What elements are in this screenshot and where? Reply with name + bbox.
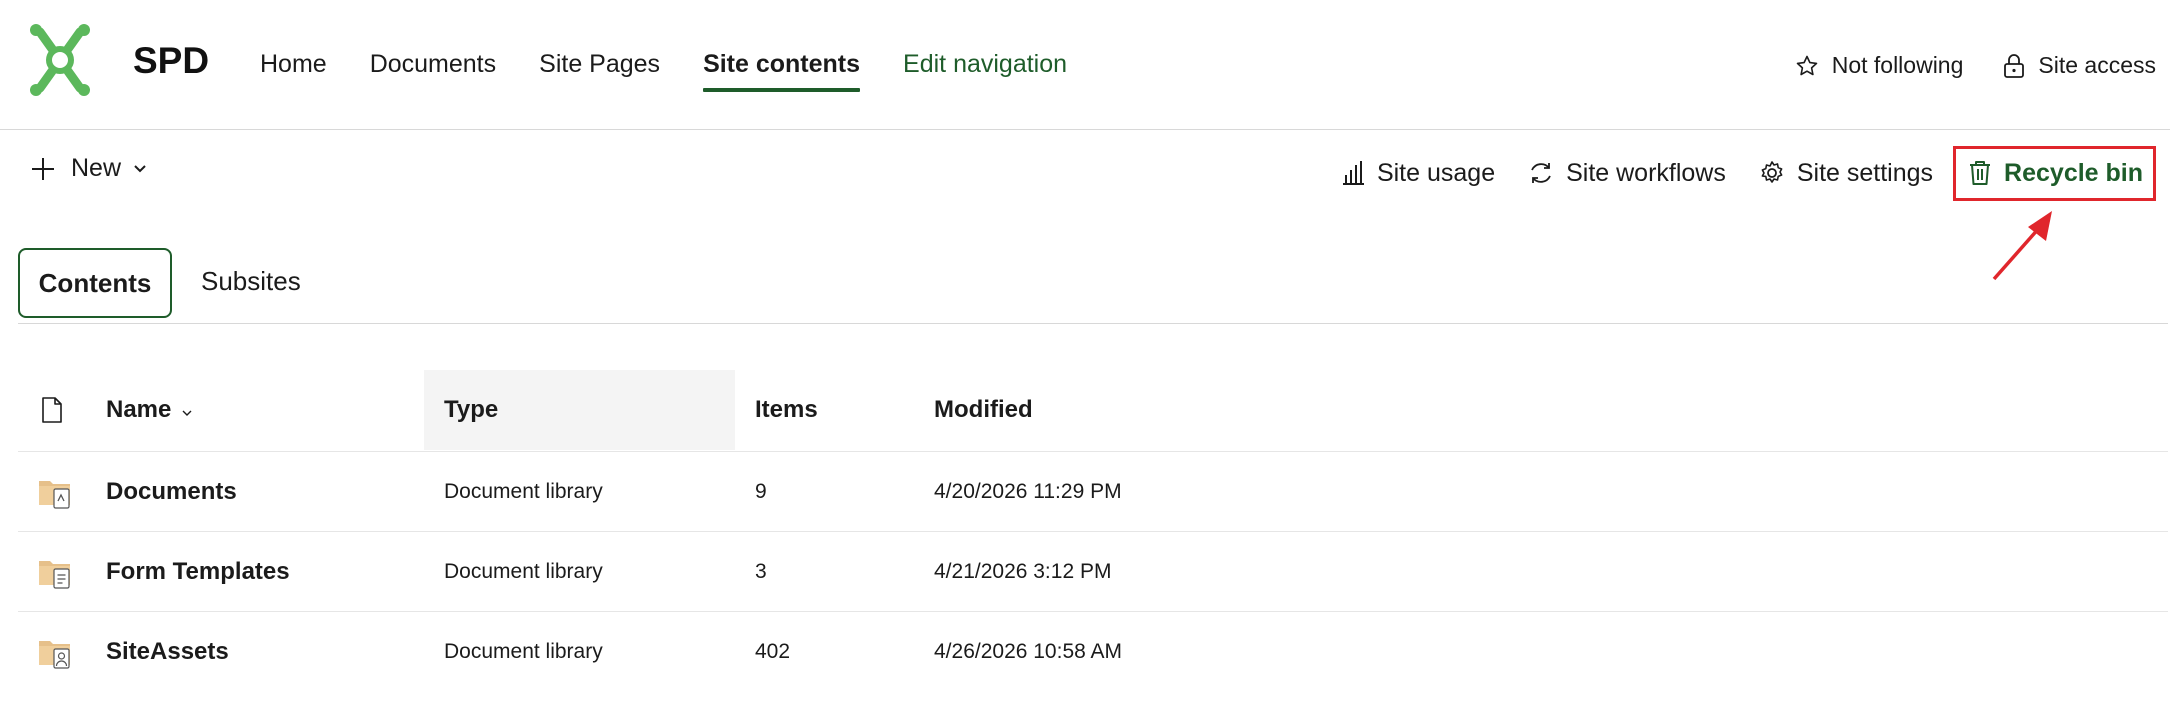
assets-folder-icon: [39, 641, 70, 669]
column-header-modified[interactable]: Modified: [934, 370, 1033, 450]
row-name[interactable]: SiteAssets: [106, 612, 229, 692]
column-name-label: Name: [106, 396, 172, 423]
command-bar: New Site usage Site workflows Site setti…: [0, 145, 2170, 201]
library-folder-icon: [39, 561, 70, 589]
tab-subsites[interactable]: Subsites: [201, 248, 301, 318]
site-access-label: Site access: [2038, 52, 2156, 78]
row-modified: 4/21/2026 3:12 PM: [934, 560, 1112, 583]
file-type-icon[interactable]: [40, 396, 64, 424]
site-workflows-button[interactable]: Site workflows: [1528, 159, 1726, 188]
trash-icon: [1970, 161, 1991, 185]
library-folder-icon: [39, 481, 70, 509]
header-actions: Not following Site access: [1755, 52, 2156, 79]
star-icon: [1796, 55, 1818, 75]
site-access-button[interactable]: Site access: [2003, 52, 2156, 79]
bar-chart-icon: [1342, 161, 1364, 185]
nav-site-pages[interactable]: Site Pages: [539, 50, 660, 79]
new-button[interactable]: New: [30, 154, 147, 183]
table-header: Name Type Items Modified: [18, 370, 2168, 452]
column-header-items[interactable]: Items: [755, 370, 818, 450]
top-navigation: Home Documents Site Pages Site contents …: [260, 50, 1110, 92]
table-row[interactable]: SiteAssets Document library 402 4/26/202…: [18, 612, 2168, 692]
table-row[interactable]: Form Templates Document library 3 4/21/2…: [18, 532, 2168, 612]
row-name[interactable]: Documents: [106, 452, 237, 532]
tab-contents[interactable]: Contents: [18, 248, 172, 318]
table-row[interactable]: Documents Document library 9 4/20/2026 1…: [18, 452, 2168, 532]
row-type: Document library: [444, 560, 603, 583]
edit-navigation-link[interactable]: Edit navigation: [903, 50, 1067, 79]
column-header-name[interactable]: Name: [106, 370, 193, 450]
site-header: SPD Home Documents Site Pages Site conte…: [0, 0, 2170, 130]
site-logo-icon[interactable]: [28, 22, 92, 98]
command-bar-actions: Site usage Site workflows Site settings: [1308, 145, 2156, 201]
row-name[interactable]: Form Templates: [106, 532, 290, 612]
column-header-type[interactable]: Type: [424, 370, 735, 450]
site-contents-table: Name Type Items Modified Documents Docum…: [18, 370, 2168, 692]
row-modified: 4/26/2026 10:58 AM: [934, 640, 1122, 663]
site-workflows-label: Site workflows: [1566, 158, 1726, 187]
site-contents-page: SPD Home Documents Site Pages Site conte…: [0, 0, 2170, 725]
sort-chevron-down-icon: [182, 410, 192, 416]
site-title[interactable]: SPD: [133, 40, 209, 82]
row-modified: 4/20/2026 11:29 PM: [934, 480, 1122, 503]
row-items: 3: [755, 560, 767, 583]
content-tabs: Contents Subsites: [18, 248, 2168, 324]
site-settings-button[interactable]: Site settings: [1759, 159, 1933, 188]
plus-icon: [32, 157, 54, 180]
row-type: Document library: [444, 640, 603, 663]
follow-button[interactable]: Not following: [1795, 52, 1964, 79]
gear-icon: [1761, 161, 1783, 183]
row-items: 9: [755, 480, 767, 503]
nav-site-contents[interactable]: Site contents: [703, 50, 860, 92]
site-usage-label: Site usage: [1376, 158, 1496, 187]
site-usage-button[interactable]: Site usage: [1341, 159, 1495, 188]
workflow-icon: [1531, 163, 1551, 183]
not-following-label: Not following: [1831, 52, 1964, 78]
lock-icon: [2004, 53, 2025, 78]
nav-documents[interactable]: Documents: [370, 50, 496, 79]
row-type: Document library: [444, 480, 603, 503]
chevron-down-icon: [134, 164, 146, 172]
row-items: 402: [755, 640, 791, 663]
recycle-bin-label: Recycle bin: [2004, 158, 2143, 187]
nav-home[interactable]: Home: [260, 50, 327, 79]
new-label: New: [71, 154, 122, 182]
recycle-bin-button[interactable]: Recycle bin: [1953, 145, 2156, 201]
site-settings-label: Site settings: [1796, 158, 1934, 187]
